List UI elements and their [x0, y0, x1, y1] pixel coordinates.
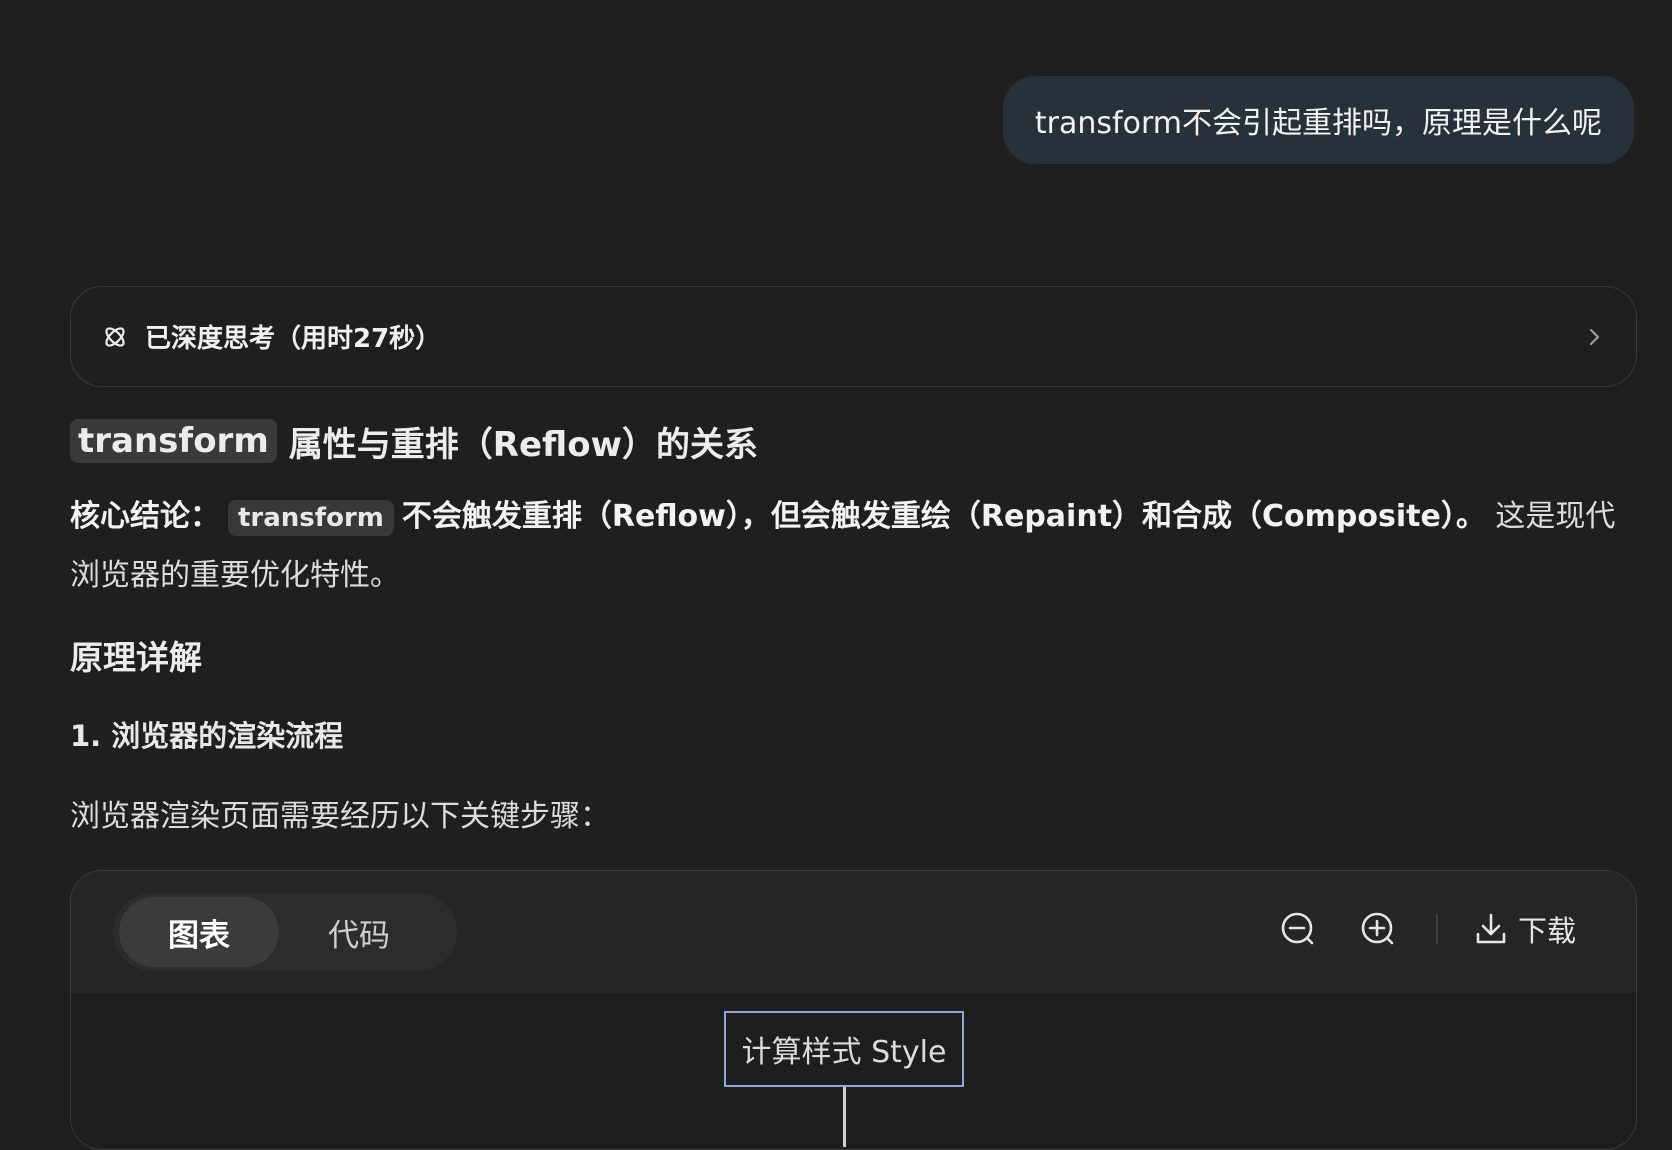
core-conclusion-paragraph: 核心结论： transform 不会触发重排（Reflow），但会触发重绘（Repa… [70, 488, 1637, 605]
zoom-out-icon [1281, 912, 1314, 945]
core-bold-text: 不会触发重排（Reflow），但会触发重绘（Repaint）和合成（Compos… [401, 499, 1486, 534]
thinking-panel[interactable]: 已深度思考（用时27秒） [70, 286, 1637, 387]
diagram-canvas[interactable]: 计算样式 Style [71, 993, 1636, 1149]
user-message-text: transform不会引起重排吗，原理是什么呢 [1034, 106, 1602, 141]
diagram-node-style: 计算样式 Style [724, 1011, 964, 1087]
diagram-card: 图表 代码 下载 计算样式 Style [70, 870, 1637, 1150]
download-button[interactable]: 下载 [1474, 908, 1576, 950]
chevron-right-icon[interactable] [1582, 325, 1606, 349]
toolbar-divider [1435, 914, 1438, 944]
diagram-toolbar: 图表 代码 下载 [71, 871, 1636, 993]
section-title: 原理详解 [70, 638, 202, 677]
answer-title: transform 属性与重排（Reflow）的关系 [70, 410, 1637, 472]
answer-content: transform 属性与重排（Reflow）的关系 核心结论： transfor… [70, 410, 1637, 835]
view-switcher: 图表 代码 [113, 893, 457, 971]
steps-intro: 浏览器渲染页面需要经历以下关键步骤： [70, 799, 610, 834]
title-text: 属性与重排（Reflow）的关系 [288, 424, 758, 465]
core-label: 核心结论： [70, 499, 220, 534]
tab-chart[interactable]: 图表 [119, 897, 279, 967]
sub-section-title: 1. 浏览器的渲染流程 [70, 719, 344, 753]
download-icon [1476, 913, 1506, 944]
deep-think-icon [105, 326, 125, 347]
download-label: 下载 [1517, 914, 1576, 948]
user-message-bubble: transform不会引起重排吗，原理是什么呢 [1002, 76, 1634, 164]
tab-code[interactable]: 代码 [279, 897, 439, 967]
title-inline-code: transform [70, 419, 277, 463]
zoom-in-button[interactable] [1356, 907, 1400, 951]
core-inline-code: transform [228, 500, 394, 536]
zoom-in-icon [1361, 912, 1394, 945]
diagram-connector [843, 1087, 846, 1147]
zoom-out-button[interactable] [1276, 907, 1320, 951]
thinking-label: 已深度思考（用时27秒） [145, 324, 442, 354]
diagram-tools: 下载 [1240, 907, 1576, 951]
